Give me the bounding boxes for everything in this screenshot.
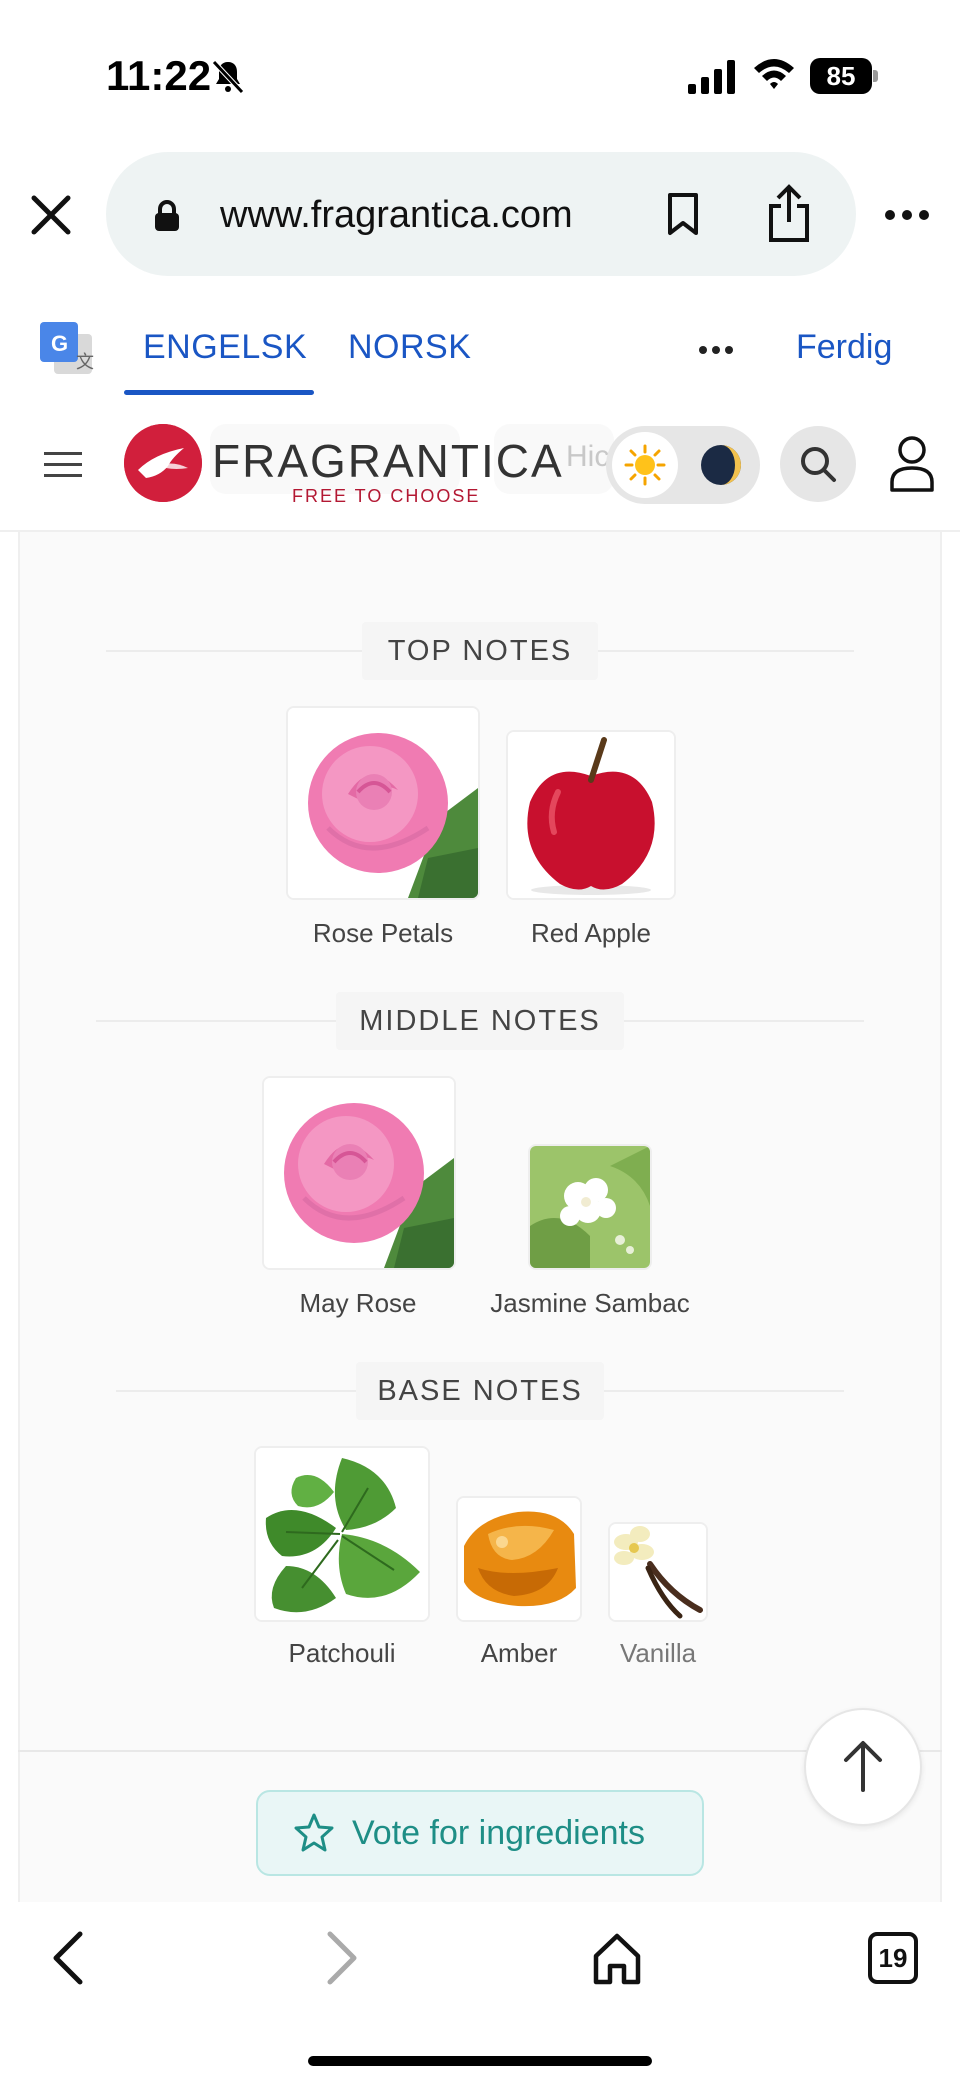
close-icon[interactable]	[28, 192, 74, 238]
vote-button-label[interactable]: Vote for ingredients	[352, 1814, 645, 1853]
home-icon[interactable]	[592, 1932, 642, 1986]
moon-icon	[701, 445, 741, 485]
clock: 11:22	[106, 52, 212, 99]
google-translate-icon[interactable]: G 文	[40, 322, 94, 376]
note-label-patchouli[interactable]: Patchouli	[242, 1638, 442, 1669]
site-logo-text[interactable]: FRAGRANTICA	[212, 434, 564, 488]
ghost-text: Hic	[566, 440, 610, 473]
note-image-rose-petals[interactable]	[286, 706, 480, 900]
more-options-icon[interactable]	[884, 206, 930, 224]
url-text[interactable]: www.fragrantica.com	[220, 194, 573, 237]
note-image-red-apple[interactable]	[506, 730, 676, 900]
menu-icon[interactable]	[44, 450, 82, 480]
battery-level: 85	[810, 58, 872, 94]
note-label-jasmine-sambac[interactable]: Jasmine Sambac	[466, 1288, 714, 1319]
active-tab-indicator	[124, 390, 314, 395]
share-icon[interactable]	[764, 184, 814, 244]
note-image-may-rose[interactable]	[262, 1076, 456, 1270]
back-icon[interactable]	[48, 1930, 88, 1986]
notes-pyramid-panel	[18, 532, 942, 1902]
battery-indicator: 85	[810, 58, 878, 94]
patchouli-leaf-icon	[256, 1448, 428, 1620]
vanilla-flower-icon	[610, 1524, 706, 1620]
sun-icon	[624, 444, 666, 486]
section-divider	[18, 1750, 942, 1752]
apple-icon	[508, 732, 674, 898]
note-label-vanilla[interactable]: Vanilla	[576, 1638, 740, 1669]
top-notes-heading: TOP NOTES	[362, 622, 598, 680]
middle-notes-heading: MIDDLE NOTES	[336, 992, 624, 1050]
rose-icon	[288, 708, 478, 898]
home-indicator	[308, 2056, 652, 2066]
note-label-may-rose[interactable]: May Rose	[258, 1288, 458, 1319]
wifi-icon	[754, 59, 794, 89]
note-image-vanilla[interactable]	[608, 1522, 708, 1622]
bookmark-icon[interactable]	[666, 192, 700, 236]
translate-more-icon[interactable]	[698, 344, 734, 356]
search-icon	[801, 447, 836, 482]
lock-icon	[155, 200, 179, 231]
jasmine-flower-icon	[530, 1146, 650, 1268]
rose-icon	[264, 1078, 454, 1268]
user-icon[interactable]	[888, 434, 936, 492]
done-button[interactable]: Ferdig	[796, 328, 892, 367]
note-label-red-apple[interactable]: Red Apple	[491, 918, 691, 949]
bell-muted-icon	[212, 60, 244, 94]
fragrantica-logo-icon[interactable]	[124, 424, 202, 502]
note-image-jasmine-sambac[interactable]	[528, 1144, 652, 1270]
svg-text:G: G	[51, 331, 68, 356]
svg-text:文: 文	[76, 352, 94, 372]
logo-tagline: FREE TO CHOOSE	[292, 486, 481, 506]
tab-norwegian[interactable]: NORSK	[348, 328, 471, 367]
note-image-patchouli[interactable]	[254, 1446, 430, 1622]
star-icon	[294, 1813, 334, 1852]
tab-english[interactable]: ENGELSK	[143, 328, 307, 367]
note-image-amber[interactable]	[456, 1496, 582, 1622]
amber-stone-icon	[458, 1498, 580, 1620]
arrow-up-icon	[844, 1741, 882, 1792]
note-label-rose-petals[interactable]: Rose Petals	[283, 918, 483, 949]
cellular-signal-icon	[688, 60, 735, 94]
base-notes-heading: BASE NOTES	[356, 1362, 604, 1420]
status-bar: 11:22 85	[0, 0, 960, 140]
forward-icon[interactable]	[322, 1930, 362, 1986]
tabs-count-button[interactable]: 19	[868, 1932, 918, 1984]
